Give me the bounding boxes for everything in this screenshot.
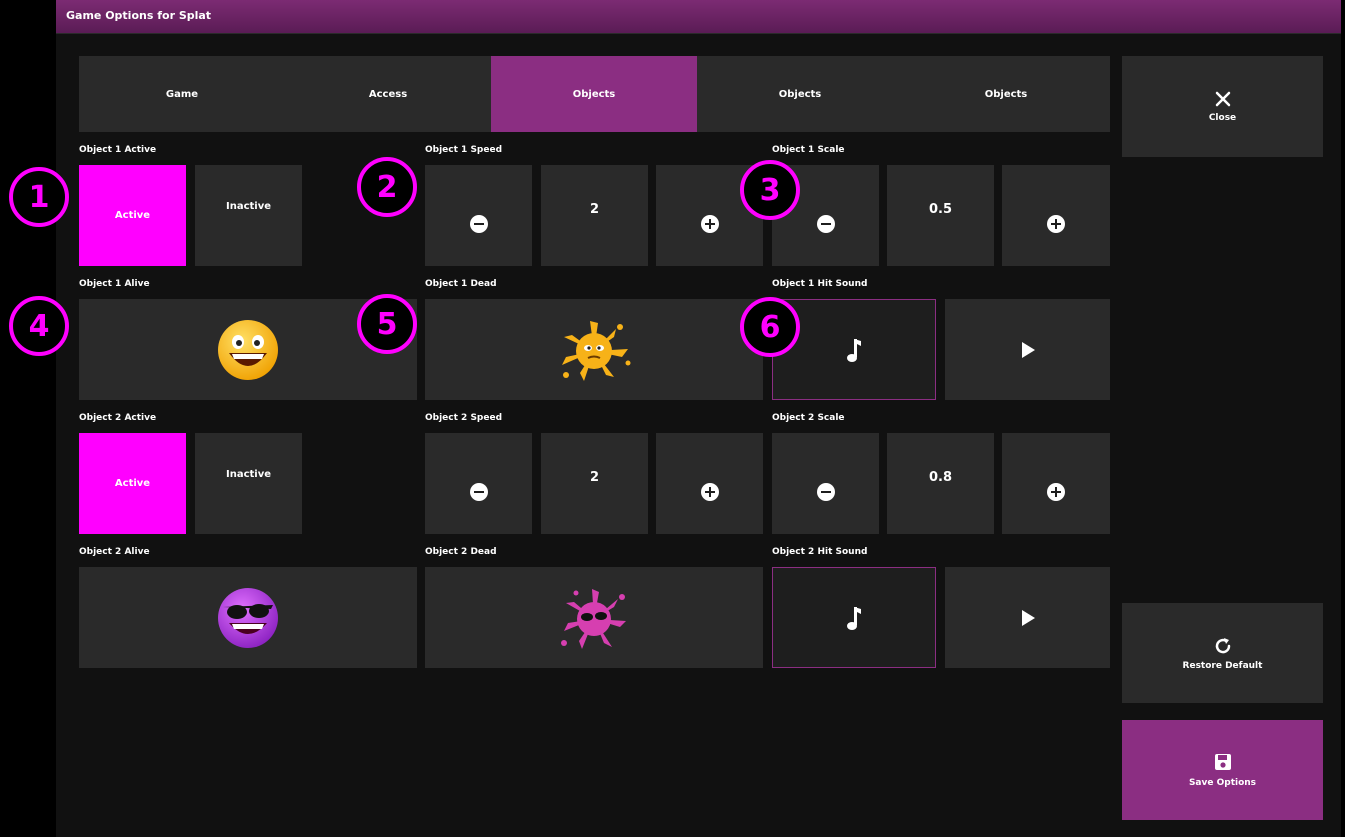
- object1-scale-label: Object 1 Scale: [772, 145, 845, 155]
- object2-alive-label: Object 2 Alive: [79, 547, 150, 557]
- restore-default-button[interactable]: Restore Default: [1122, 603, 1323, 703]
- object2-scale-increase-button[interactable]: [1002, 433, 1110, 534]
- object2-hit-sound-picker[interactable]: [772, 567, 936, 668]
- object2-play-sound-button[interactable]: [945, 567, 1110, 668]
- object1-speed-decrease-button[interactable]: [425, 165, 532, 266]
- object2-scale-value-text: 0.8: [928, 470, 953, 485]
- object1-scale-increase-button[interactable]: [1002, 165, 1110, 266]
- save-options-button[interactable]: Save Options: [1122, 720, 1323, 820]
- callout-2: 2: [357, 157, 417, 217]
- plus-icon: [700, 214, 719, 233]
- plus-icon: [1047, 482, 1065, 501]
- close-label: Close: [1208, 113, 1237, 123]
- object1-inactive-option-label: Inactive: [225, 201, 272, 212]
- restore-default-label: Restore Default: [1182, 660, 1263, 671]
- play-icon: [1021, 609, 1035, 626]
- laughing-face-icon: [218, 319, 278, 380]
- object1-alive-label: Object 1 Alive: [79, 279, 150, 289]
- tab-objects-2[interactable]: Objects: [697, 56, 903, 132]
- close-icon: [1215, 91, 1230, 107]
- object2-scale-value: 0.8: [887, 433, 994, 534]
- object2-alive-image-picker[interactable]: [79, 567, 417, 668]
- object1-play-sound-button[interactable]: [945, 299, 1110, 400]
- object2-dead-label: Object 2 Dead: [425, 547, 497, 557]
- object2-scale-label: Object 2 Scale: [772, 413, 845, 423]
- object1-hit-sound-label: Object 1 Hit Sound: [772, 279, 868, 289]
- object1-active-option-label: Active: [114, 210, 151, 221]
- music-note-icon: [847, 338, 861, 362]
- object1-dead-image-picker[interactable]: [425, 299, 763, 400]
- refresh-icon: [1215, 637, 1230, 653]
- title-divider: [56, 33, 1341, 34]
- object2-active-option[interactable]: Active: [79, 433, 186, 534]
- object2-speed-value-text: 2: [589, 470, 600, 485]
- object2-speed-label: Object 2 Speed: [425, 413, 503, 423]
- object2-dead-image-picker[interactable]: [425, 567, 763, 668]
- object2-active-label: Object 2 Active: [79, 413, 157, 423]
- object2-inactive-option[interactable]: Inactive: [195, 433, 302, 534]
- sunglasses-face-icon: [218, 587, 278, 648]
- object1-inactive-option[interactable]: Inactive: [195, 165, 302, 266]
- save-options-label: Save Options: [1188, 778, 1257, 788]
- callout-1: 1: [9, 167, 69, 227]
- tab-bar: Game Access Objects Objects Objects: [79, 56, 1110, 132]
- music-note-icon: [847, 606, 861, 630]
- object1-speed-value: 2: [541, 165, 648, 266]
- object2-active-option-label: Active: [114, 478, 151, 489]
- callout-6: 6: [740, 297, 800, 357]
- minus-icon: [469, 482, 488, 501]
- window-title: Game Options for Splat: [66, 9, 212, 22]
- object1-dead-label: Object 1 Dead: [425, 279, 497, 289]
- save-icon: [1214, 754, 1231, 770]
- title-bar: Game Options for Splat: [56, 0, 1341, 33]
- object2-hit-sound-label: Object 2 Hit Sound: [772, 547, 868, 557]
- tab-objects-1[interactable]: Objects: [491, 56, 697, 132]
- tab-objects-3[interactable]: Objects: [903, 56, 1109, 132]
- plus-icon: [1047, 214, 1065, 233]
- minus-icon: [816, 214, 835, 233]
- object1-scale-value-text: 0.5: [928, 202, 953, 217]
- minus-icon: [469, 214, 488, 233]
- object2-speed-decrease-button[interactable]: [425, 433, 532, 534]
- object1-speed-label: Object 1 Speed: [425, 145, 503, 155]
- callout-4: 4: [9, 296, 69, 356]
- tab-access[interactable]: Access: [285, 56, 491, 132]
- object2-inactive-option-label: Inactive: [225, 469, 272, 480]
- close-button[interactable]: Close: [1122, 56, 1323, 157]
- object2-scale-decrease-button[interactable]: [772, 433, 879, 534]
- object1-active-option[interactable]: Active: [79, 165, 186, 266]
- pink-splat-icon: [561, 588, 626, 649]
- tab-game[interactable]: Game: [79, 56, 285, 132]
- plus-icon: [700, 482, 719, 501]
- object1-active-label: Object 1 Active: [79, 145, 157, 155]
- callout-3: 3: [740, 160, 800, 220]
- object2-speed-value: 2: [541, 433, 648, 534]
- callout-5: 5: [357, 294, 417, 354]
- object1-scale-value: 0.5: [887, 165, 994, 266]
- yellow-splat-icon: [562, 320, 631, 381]
- play-icon: [1021, 341, 1035, 358]
- object1-speed-value-text: 2: [589, 202, 600, 217]
- object2-speed-increase-button[interactable]: [656, 433, 763, 534]
- minus-icon: [816, 482, 835, 501]
